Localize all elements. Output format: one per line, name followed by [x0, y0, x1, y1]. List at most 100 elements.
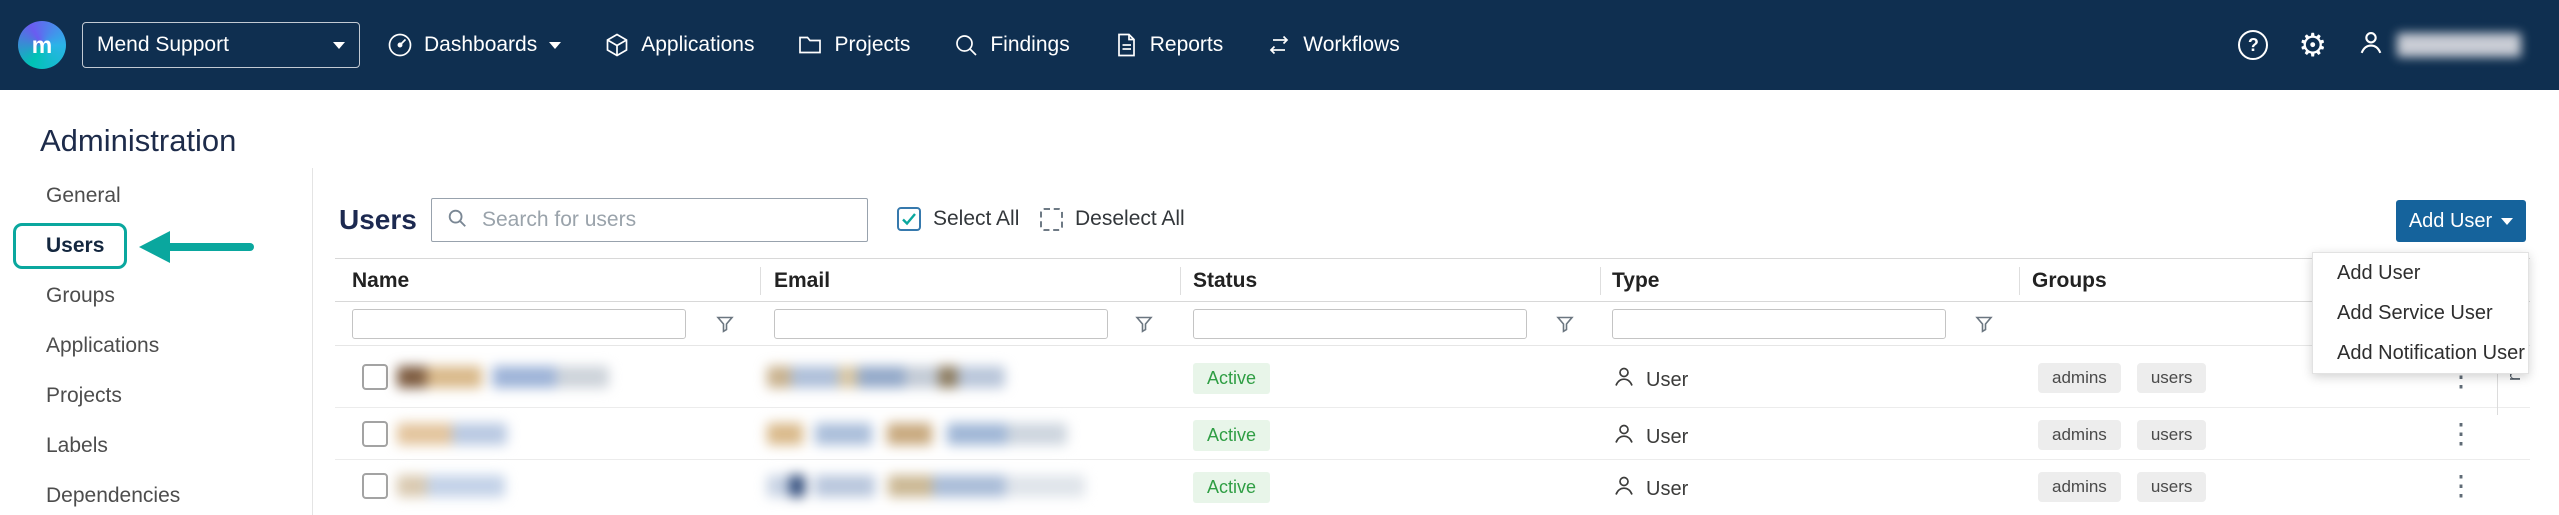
add-user-dropdown-menu: Add User Add Service User Add Notificati… [2312, 252, 2529, 374]
admin-sidebar: General Users Groups Applications Projec… [0, 171, 312, 515]
group-chip: admins [2038, 363, 2121, 393]
nav-item-applications[interactable]: Applications [603, 31, 754, 59]
table-filter-row [335, 302, 2530, 346]
nav-label: Reports [1150, 33, 1224, 57]
topbar-right-actions: ? ⚙ [2238, 29, 2521, 62]
row-actions-kebab-icon[interactable]: ⋮ [2447, 420, 2475, 448]
applications-icon [603, 31, 631, 59]
search-input[interactable] [480, 207, 853, 233]
group-chip: users [2137, 472, 2207, 502]
status-badge: Active [1193, 420, 1270, 451]
table-row: Active User admins users ⋮ [335, 346, 2530, 408]
nav-label: Projects [834, 33, 910, 57]
chevron-down-icon [549, 42, 561, 49]
nav-item-dashboards[interactable]: Dashboards [386, 31, 561, 59]
document-icon [1112, 31, 1140, 59]
top-navigation-bar: m Mend Support Dashboards [0, 0, 2559, 90]
sidebar-item-groups[interactable]: Groups [0, 271, 312, 321]
dashboards-icon [386, 31, 414, 59]
filter-funnel-icon[interactable] [716, 315, 734, 338]
group-chip: users [2137, 363, 2207, 393]
type-filter-input[interactable] [1612, 309, 1946, 339]
select-all-button[interactable]: Select All [897, 207, 1019, 231]
group-chip: admins [2038, 420, 2121, 450]
add-user-button[interactable]: Add User [2396, 200, 2526, 242]
row-checkbox[interactable] [362, 473, 388, 499]
menu-item-add-service-user[interactable]: Add Service User [2313, 293, 2528, 333]
column-header-groups[interactable]: Groups [2032, 259, 2107, 303]
nav-item-workflows[interactable]: Workflows [1265, 31, 1399, 59]
nav-item-findings[interactable]: Findings [952, 31, 1069, 59]
user-type-label: User [1646, 478, 1688, 501]
users-section-title: Users [339, 204, 417, 236]
column-header-type[interactable]: Type [1612, 259, 1659, 303]
sidebar-item-labels[interactable]: Labels [0, 421, 312, 471]
deselect-all-button[interactable]: Deselect All [1040, 207, 1185, 231]
user-email-redacted [767, 423, 1067, 445]
email-filter-input[interactable] [774, 309, 1108, 339]
add-user-button-label: Add User [2409, 210, 2492, 233]
sidebar-divider [312, 168, 313, 515]
gear-icon[interactable]: ⚙ [2298, 29, 2327, 61]
chevron-down-icon [333, 42, 345, 49]
filter-funnel-icon[interactable] [1135, 315, 1153, 338]
filter-funnel-icon[interactable] [1975, 315, 1993, 338]
page-title: Administration [40, 123, 236, 159]
checkbox-dashed-icon [1040, 208, 1063, 231]
sidebar-item-label: Users [46, 234, 104, 257]
nav-label: Findings [990, 33, 1069, 57]
user-name-redacted [2397, 33, 2521, 57]
org-selector-value: Mend Support [97, 33, 229, 57]
column-header-email[interactable]: Email [774, 259, 830, 303]
chevron-down-icon [2501, 218, 2513, 225]
folder-icon [796, 31, 824, 59]
user-name-redacted [397, 366, 609, 388]
user-type-label: User [1646, 369, 1688, 392]
table-row: Active User admins users ⋮ [335, 408, 2530, 460]
name-filter-input[interactable] [352, 309, 686, 339]
sidebar-item-applications[interactable]: Applications [0, 321, 312, 371]
nav-label: Dashboards [424, 33, 537, 57]
nav-label: Applications [641, 33, 754, 57]
column-header-status[interactable]: Status [1193, 259, 1257, 303]
status-filter-input[interactable] [1193, 309, 1527, 339]
row-checkbox[interactable] [362, 364, 388, 390]
sidebar-item-label: Dependencies [46, 484, 180, 508]
user-menu[interactable] [2357, 29, 2521, 62]
row-actions-kebab-icon[interactable]: ⋮ [2447, 472, 2475, 500]
user-type-icon [1612, 474, 1636, 504]
org-selector-dropdown[interactable]: Mend Support [82, 22, 360, 68]
column-divider [2019, 267, 2020, 295]
nav-item-reports[interactable]: Reports [1112, 31, 1224, 59]
user-email-redacted [767, 475, 1085, 497]
menu-item-add-user[interactable]: Add User [2313, 253, 2528, 293]
search-icon [446, 207, 468, 234]
users-search-box [431, 198, 868, 242]
status-badge: Active [1193, 472, 1270, 503]
magnifier-icon [952, 31, 980, 59]
user-email-redacted [767, 366, 1005, 388]
user-name-redacted [397, 423, 507, 445]
nav-label: Workflows [1303, 33, 1399, 57]
sidebar-item-projects[interactable]: Projects [0, 371, 312, 421]
sidebar-item-label: Groups [46, 284, 115, 308]
filter-funnel-icon[interactable] [1556, 315, 1574, 338]
nav-item-projects[interactable]: Projects [796, 31, 910, 59]
user-type-label: User [1646, 426, 1688, 449]
menu-item-add-notification-user[interactable]: Add Notification User [2313, 333, 2528, 373]
table-row: Active User admins users ⋮ [335, 460, 2530, 512]
mend-logo-icon[interactable]: m [18, 21, 66, 69]
column-header-name[interactable]: Name [352, 259, 409, 303]
user-avatar-icon [2357, 29, 2385, 62]
active-item-highlight-box: Users [13, 223, 127, 269]
sidebar-item-general[interactable]: General [0, 171, 312, 221]
column-divider [1180, 267, 1181, 295]
row-checkbox[interactable] [362, 421, 388, 447]
users-table: Name Email Status Type Groups [335, 258, 2530, 512]
help-icon[interactable]: ? [2238, 30, 2268, 60]
user-name-redacted [397, 475, 505, 497]
sidebar-item-label: Labels [46, 434, 108, 458]
sidebar-item-dependencies[interactable]: Dependencies [0, 471, 312, 515]
mend-admin-page: m Mend Support Dashboards [0, 0, 2559, 515]
main-nav: Dashboards Applications Projects [386, 31, 1400, 59]
